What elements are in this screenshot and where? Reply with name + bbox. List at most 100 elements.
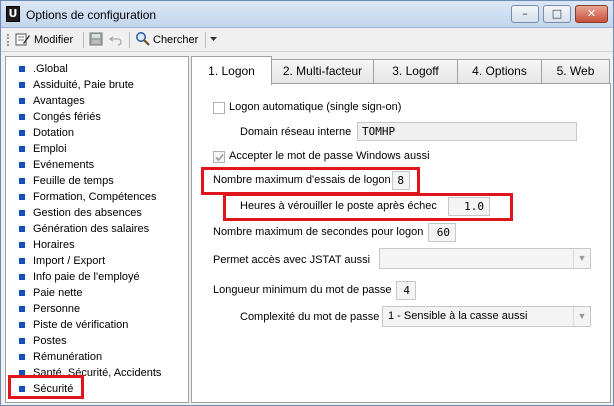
sidebar-item[interactable]: Evénements [6, 157, 188, 173]
chevron-down-icon[interactable]: ▼ [573, 307, 590, 326]
title-bar: U Options de configuration – □ ✕ [1, 1, 613, 28]
bullet-icon [19, 274, 25, 280]
sidebar-item[interactable]: Personne [6, 301, 188, 317]
search-label: Chercher [153, 34, 199, 46]
undo-icon [108, 32, 123, 49]
bullet-icon [19, 258, 25, 264]
sidebar-item-label: Import / Export [33, 255, 106, 267]
sidebar-item[interactable]: Dotation [6, 125, 188, 141]
sidebar-item-label: Assiduité, Paie brute [33, 79, 134, 91]
sidebar-item[interactable]: Avantages [6, 93, 188, 109]
sidebar-item-label: Congés fériés [33, 111, 101, 123]
bullet-icon [19, 162, 25, 168]
accept-windows-password-label: Accepter le mot de passe Windows aussi [229, 150, 430, 162]
sidebar-item-label: Formation, Compétences [33, 191, 157, 203]
sidebar-item[interactable]: Rémunération [6, 349, 188, 365]
sidebar-item-label: Info paie de l'employé [33, 271, 140, 283]
modify-label: Modifier [34, 34, 74, 46]
sidebar-item-label: Avantages [33, 95, 85, 107]
max-seconds-field[interactable]: 60 [428, 223, 456, 242]
sidebar-item[interactable]: Piste de vérification [6, 317, 188, 333]
toolbar-dropdown-button[interactable] [209, 31, 218, 49]
sidebar-item-label: Gestion des absences [33, 207, 142, 219]
bullet-icon [19, 306, 25, 312]
bullet-icon [19, 194, 25, 200]
bullet-icon [19, 338, 25, 344]
toolbar-separator [205, 32, 206, 48]
tab-logon[interactable]: 1. Logon [191, 56, 272, 85]
sidebar-item[interactable]: Postes [6, 333, 188, 349]
sidebar-item-label: Génération des salaires [33, 223, 150, 235]
sidebar-item[interactable]: Horaires [6, 237, 188, 253]
magnifier-icon [135, 31, 150, 49]
minimize-button[interactable]: – [511, 5, 539, 23]
bullet-icon [19, 290, 25, 296]
password-complexity-value: 1 - Sensible à la casse aussi [388, 310, 528, 322]
password-complexity-select[interactable]: 1 - Sensible à la casse aussi ▼ [382, 306, 591, 327]
bullet-icon [19, 178, 25, 184]
save-icon [89, 32, 103, 49]
max-seconds-label: Nombre maximum de secondes pour logon [213, 226, 424, 238]
sidebar-item[interactable]: Formation, Compétences [6, 189, 188, 205]
maximize-button[interactable]: □ [543, 5, 571, 23]
config-window: U Options de configuration – □ ✕ Modifie… [0, 0, 614, 406]
sidebar-item[interactable]: Emploi [6, 141, 188, 157]
bullet-icon [19, 98, 25, 104]
accept-windows-password-checkbox[interactable] [213, 151, 225, 163]
sidebar-item-label: Personne [33, 303, 81, 315]
bullet-icon [19, 242, 25, 248]
sidebar-item-label: Paie nette [33, 287, 83, 299]
category-list-panel: .Global Assiduité, Paie brute Avantages Con… [5, 56, 189, 403]
sidebar-item[interactable]: .Global [6, 61, 188, 77]
logon-panel: Logon automatique (single sign-on) Domai… [191, 83, 611, 403]
highlight-max-attempts [201, 167, 420, 195]
sidebar-item-label: Emploi [33, 143, 67, 155]
sidebar-item-label: Postes [33, 335, 67, 347]
sidebar-item-label: .Global [33, 63, 68, 75]
sidebar-item[interactable]: Congés fériés [6, 109, 188, 125]
tab-options[interactable]: 4. Options [457, 59, 542, 84]
toolbar: Modifier Chercher [1, 28, 613, 52]
tab-multi-factor[interactable]: 2. Multi-facteur [271, 59, 374, 84]
bullet-icon [19, 226, 25, 232]
sidebar-item[interactable]: Info paie de l'employé [6, 269, 188, 285]
min-password-length-field[interactable]: 4 [396, 281, 416, 300]
sidebar-item-label: Horaires [33, 239, 75, 251]
bullet-icon [19, 66, 25, 72]
sidebar-item[interactable]: Gestion des absences [6, 205, 188, 221]
app-logo-icon: U [6, 6, 20, 22]
chevron-down-icon [209, 34, 218, 46]
jstat-access-select[interactable]: ▼ [379, 248, 591, 269]
sidebar-item[interactable]: Paie nette [6, 285, 188, 301]
modify-button[interactable]: Modifier [15, 31, 73, 49]
sidebar-item-label: Piste de vérification [33, 319, 129, 331]
bullet-icon [19, 146, 25, 152]
bullet-icon [19, 114, 25, 120]
options-pane: 1. Logon 2. Multi-facteur 3. Logoff 4. O… [191, 56, 611, 403]
bullet-icon [19, 210, 25, 216]
tab-logoff[interactable]: 3. Logoff [373, 59, 458, 84]
sidebar-item[interactable]: Génération des salaires [6, 221, 188, 237]
sidebar-item-label: Feuille de temps [33, 175, 114, 187]
highlight-lock-hours [223, 193, 513, 221]
bullet-icon [19, 354, 25, 360]
jstat-access-label: Permet accès avec JSTAT aussi [213, 254, 371, 266]
password-complexity-label: Complexité du mot de passe [240, 311, 380, 323]
save-button[interactable] [89, 31, 103, 49]
search-button[interactable]: Chercher [135, 31, 198, 49]
bullet-icon [19, 82, 25, 88]
auto-logon-checkbox[interactable] [213, 102, 225, 114]
bullet-icon [19, 322, 25, 328]
sidebar-item[interactable]: Assiduité, Paie brute [6, 77, 188, 93]
toolbar-separator [129, 32, 130, 48]
close-button[interactable]: ✕ [575, 5, 608, 23]
chevron-down-icon[interactable]: ▼ [573, 249, 590, 268]
auto-logon-label: Logon automatique (single sign-on) [229, 101, 402, 113]
domain-field[interactable]: TOMHP [357, 122, 577, 141]
sidebar-item[interactable]: Feuille de temps [6, 173, 188, 189]
sidebar-item[interactable]: Import / Export [6, 253, 188, 269]
tab-web[interactable]: 5. Web [541, 59, 610, 84]
undo-button[interactable] [108, 31, 123, 49]
domain-label: Domain réseau interne [240, 126, 352, 138]
toolbar-separator [83, 32, 84, 48]
